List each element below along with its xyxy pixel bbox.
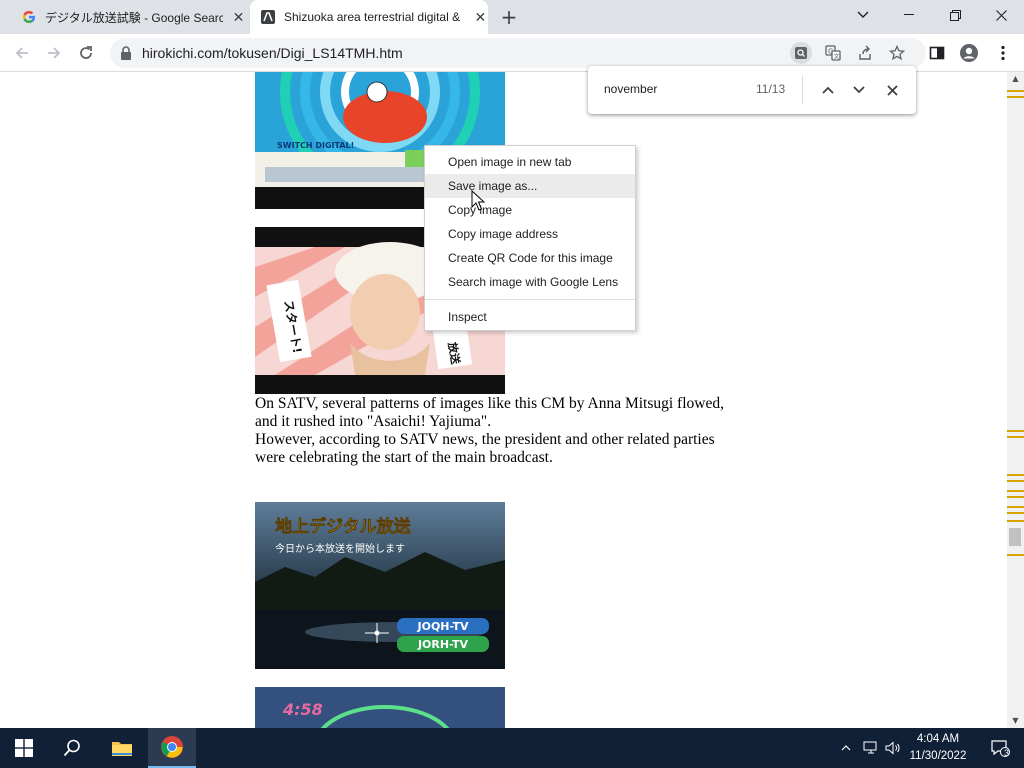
side-panel-icon[interactable]: [924, 40, 950, 66]
minimize-icon[interactable]: [886, 0, 932, 30]
notification-icon[interactable]: 3: [980, 728, 1020, 768]
image-time: 4:58: [282, 700, 323, 719]
notification-count: 3: [1004, 748, 1010, 758]
svg-text:文: 文: [834, 53, 840, 61]
image-subtitle: 今日から本放送を開始します: [275, 542, 405, 555]
paragraph-line: and it rushed into "Asaichi! Yajiuma".: [255, 413, 492, 430]
tab-shizuoka-active[interactable]: Shizuoka area terrestrial digital & ✕: [250, 0, 488, 34]
paragraph-line: were celebrating the start of the main b…: [255, 449, 553, 466]
find-match-marker: [1007, 512, 1024, 514]
menu-item-save-image-as[interactable]: Save image as...: [425, 174, 635, 198]
scroll-down-icon[interactable]: ▼: [1007, 714, 1024, 728]
chrome-taskbar-icon[interactable]: [148, 728, 196, 768]
digital-broadcast-start-image[interactable]: 地上デジタル放送 今日から本放送を開始します JOQH-TV JORH-TV: [255, 502, 505, 669]
article-paragraph: On SATV, several patterns of images like…: [255, 395, 755, 467]
back-arrow-icon[interactable]: [8, 39, 36, 67]
url-text: hirokichi.com/tokusen/Digi_LS14TMH.htm: [142, 45, 403, 61]
chevron-up-icon[interactable]: [816, 78, 840, 102]
close-icon[interactable]: ✕: [231, 9, 246, 25]
find-match-marker: [1007, 474, 1024, 476]
tab-title: デジタル放送試験 - Google Search: [44, 10, 223, 25]
find-match-count: 11/13: [756, 82, 786, 96]
lock-icon[interactable]: [120, 46, 132, 60]
find-bar: november 11/13: [588, 66, 916, 114]
close-icon[interactable]: [880, 78, 904, 102]
new-tab-button[interactable]: +: [498, 7, 520, 29]
find-match-marker: [1007, 490, 1024, 492]
scrollbar-thumb[interactable]: [1009, 528, 1021, 546]
tab-search-icon[interactable]: [840, 0, 886, 30]
network-icon[interactable]: [860, 728, 882, 768]
kebab-menu-icon[interactable]: [990, 40, 1016, 66]
window-close-icon[interactable]: [978, 0, 1024, 30]
find-match-marker: [1007, 506, 1024, 508]
paragraph-line: On SATV, several patterns of images like…: [255, 395, 724, 412]
clock-time: 4:04 AM: [916, 733, 960, 745]
volume-icon[interactable]: [882, 728, 904, 768]
menu-separator: [425, 299, 635, 300]
menu-item-search-google-lens[interactable]: Search image with Google Lens: [425, 270, 635, 294]
system-clock[interactable]: 4:04 AM 11/30/2022: [902, 731, 974, 765]
mouse-cursor-icon: [471, 190, 485, 211]
tab-strip: デジタル放送試験 - Google Search ✕ Shizuoka area…: [0, 0, 1024, 34]
station-badge: JOQH-TV: [417, 620, 469, 633]
find-match-marker: [1007, 520, 1024, 522]
image-title: 地上デジタル放送: [275, 516, 412, 537]
menu-item-copy-image-address[interactable]: Copy image address: [425, 222, 635, 246]
forward-arrow-icon[interactable]: [40, 39, 68, 67]
restore-icon[interactable]: [932, 0, 978, 30]
address-bar[interactable]: hirokichi.com/tokusen/Digi_LS14TMH.htm G…: [110, 38, 926, 68]
image-caption: SWITCH DIGITAL!: [277, 141, 354, 150]
share-icon[interactable]: [854, 42, 876, 64]
zoom-search-icon[interactable]: [790, 42, 812, 64]
chevron-down-icon[interactable]: [847, 78, 871, 102]
paragraph-line: However, according to SATV news, the pre…: [255, 431, 715, 448]
chevron-up-icon[interactable]: [836, 728, 856, 768]
tab-google-search[interactable]: デジタル放送試験 - Google Search ✕: [8, 0, 246, 34]
reload-icon[interactable]: [72, 39, 100, 67]
find-match-marker: [1007, 436, 1024, 438]
station-badge: JORH-TV: [417, 638, 469, 651]
find-match-marker: [1007, 90, 1024, 92]
page-icon: [260, 9, 276, 25]
close-icon[interactable]: ✕: [473, 9, 488, 25]
translate-icon[interactable]: G文: [822, 42, 844, 64]
profile-avatar-icon[interactable]: [956, 40, 982, 66]
find-input[interactable]: november: [604, 82, 657, 96]
find-divider: [802, 76, 803, 104]
google-g-icon: [22, 9, 37, 25]
windows-taskbar: 4:04 AM 11/30/2022 3: [0, 728, 1024, 768]
find-match-marker: [1007, 554, 1024, 556]
find-match-marker: [1007, 96, 1024, 98]
windows-start-icon[interactable]: [0, 728, 48, 768]
file-explorer-icon[interactable]: [98, 728, 146, 768]
scroll-up-icon[interactable]: ▲: [1007, 72, 1024, 86]
find-match-marker: [1007, 480, 1024, 482]
bookmark-star-icon[interactable]: [886, 42, 908, 64]
image-context-menu: Open image in new tab Save image as... C…: [424, 145, 636, 331]
tab-title: Shizuoka area terrestrial digital &: [284, 10, 461, 24]
page-scrollbar[interactable]: ▲ ▼: [1007, 72, 1024, 728]
menu-item-inspect[interactable]: Inspect: [425, 305, 635, 329]
menu-item-create-qr-code[interactable]: Create QR Code for this image: [425, 246, 635, 270]
clock-date: 11/30/2022: [909, 750, 967, 762]
find-match-marker: [1007, 496, 1024, 498]
find-match-marker: [1007, 430, 1024, 432]
search-icon[interactable]: [48, 728, 96, 768]
menu-item-open-image-new-tab[interactable]: Open image in new tab: [425, 150, 635, 174]
menu-item-copy-image[interactable]: Copy image: [425, 198, 635, 222]
clock-image[interactable]: 4:58: [255, 687, 505, 728]
